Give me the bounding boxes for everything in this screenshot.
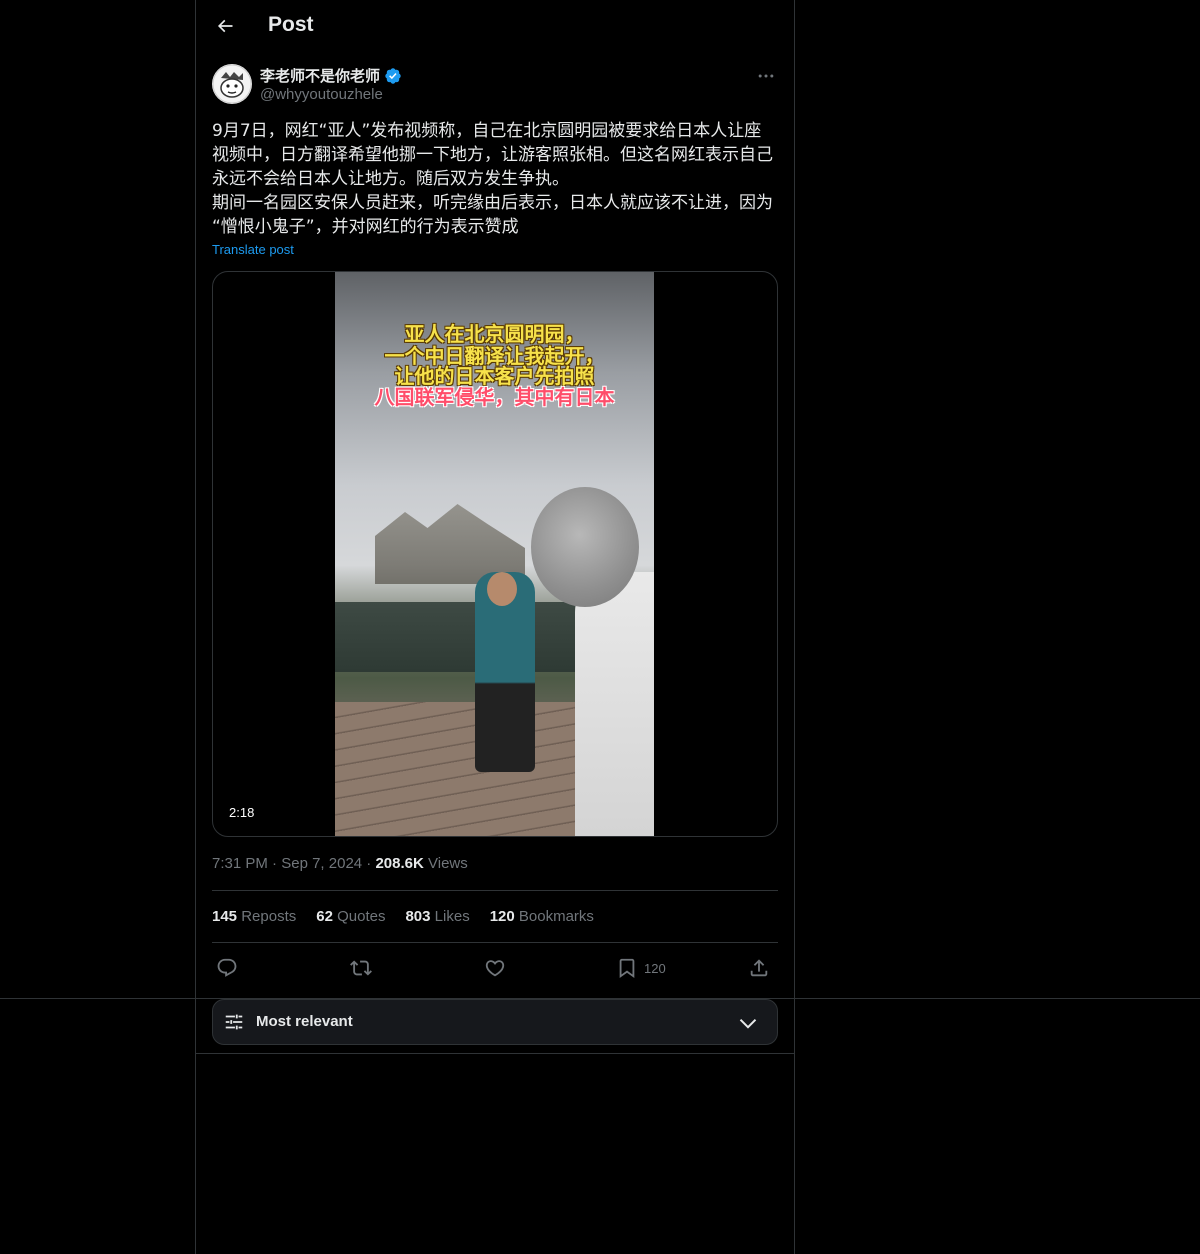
- back-button[interactable]: [208, 9, 242, 43]
- reposts-count: 145: [212, 908, 238, 925]
- more-options-button[interactable]: [754, 64, 778, 88]
- video-person-shape: [575, 572, 654, 836]
- bookmark-icon: [619, 958, 635, 979]
- author-handle[interactable]: @whyyoutouzhele: [260, 86, 383, 103]
- page-title: Post: [268, 13, 314, 36]
- bookmarks-label: Bookmarks: [518, 908, 594, 925]
- post-author: 李老师不是你老师 @whyyoutouzhele: [212, 64, 778, 108]
- post-meta: 7:31 PM · Sep 7, 2024 · 208.6K Views: [212, 855, 468, 872]
- video-person-head-shape: [531, 487, 639, 607]
- quotes-count: 62: [316, 908, 333, 925]
- repost-icon: [350, 960, 372, 976]
- arrow-left-icon: [217, 19, 233, 33]
- views-count: 208.6K: [375, 855, 424, 872]
- repost-button[interactable]: [350, 954, 372, 982]
- like-button[interactable]: [484, 954, 506, 982]
- video-caption: 八国联军侵华，其中有日本: [374, 385, 615, 409]
- reposts-label: Reposts: [241, 908, 297, 925]
- bookmark-button[interactable]: 120: [616, 954, 666, 982]
- video-frame: 亚人在北京圆明园， 一个中日翻译让我起开， 让他的日本客户先拍照 八国联军侵华，…: [335, 272, 654, 836]
- sliders-icon: [225, 1014, 243, 1030]
- post-date[interactable]: Sep 7, 2024: [281, 855, 362, 872]
- share-icon: [750, 959, 768, 977]
- reposts-stat[interactable]: 145 Reposts: [212, 908, 296, 925]
- post-stats: 145 Reposts 62 Quotes 803 Likes 120 Book…: [212, 908, 594, 925]
- video-caption: 亚人在北京圆明园，: [404, 322, 585, 346]
- divider: [212, 890, 778, 891]
- reply-icon: [217, 958, 237, 977]
- likes-label: Likes: [434, 908, 470, 925]
- action-bar: 120: [212, 954, 778, 982]
- divider: [212, 942, 778, 943]
- heart-icon: [485, 960, 505, 977]
- bookmarks-stat[interactable]: 120 Bookmarks: [490, 908, 594, 925]
- replies-sort-dropdown[interactable]: Most relevant: [212, 999, 778, 1045]
- meta-separator: ·: [272, 855, 282, 872]
- chevron-down-icon: [739, 1018, 757, 1029]
- likes-stat[interactable]: 803 Likes: [405, 908, 469, 925]
- verified-badge-icon: [385, 67, 401, 84]
- likes-count: 803: [405, 908, 431, 925]
- bookmarks-count: 120: [489, 908, 515, 925]
- video-person-head-shape: [487, 572, 517, 606]
- sort-label: Most relevant: [256, 1013, 353, 1030]
- share-button[interactable]: [748, 954, 770, 982]
- display-name-text: 李老师不是你老师: [260, 68, 381, 85]
- video-duration: 2:18: [221, 803, 263, 822]
- post-text: 9月7日，网红“亚人”发布视频称，自己在北京圆明园被要求给日本人让座 视频中，日…: [212, 121, 773, 237]
- views-label: Views: [428, 855, 468, 872]
- reply-button[interactable]: [216, 954, 238, 982]
- post-time[interactable]: 7:31 PM: [212, 855, 268, 872]
- translate-post-link[interactable]: Translate post: [212, 242, 294, 257]
- video-player[interactable]: 亚人在北京圆明园， 一个中日翻译让我起开， 让他的日本客户先拍照 八国联军侵华，…: [212, 271, 778, 837]
- more-horizontal-icon: [758, 74, 774, 78]
- avatar[interactable]: [212, 64, 252, 104]
- author-display-name[interactable]: 李老师不是你老师: [260, 65, 402, 86]
- page-header: Post: [196, 0, 794, 53]
- quotes-label: Quotes: [337, 908, 386, 925]
- main-column: Post 李老师不是你老师 @whyyoutouzhele 9月7日，网红“亚人…: [195, 0, 795, 1254]
- bookmark-count: 120: [644, 960, 666, 976]
- quotes-stat[interactable]: 62 Quotes: [316, 908, 385, 925]
